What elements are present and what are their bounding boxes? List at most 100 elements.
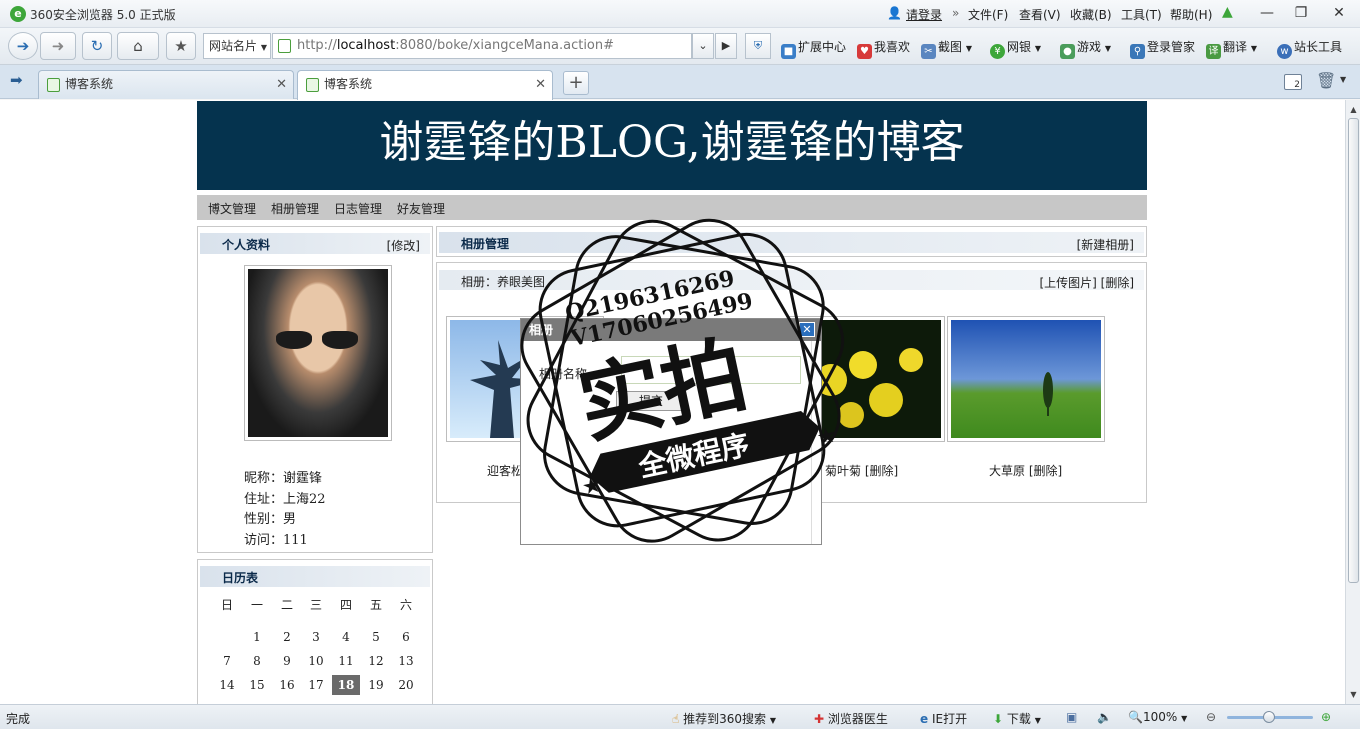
trash-dropdown-icon[interactable]: ▼ [1340,75,1346,84]
tab-count-badge[interactable]: 2 [1284,74,1302,90]
calendar-day[interactable]: 8 [243,651,271,671]
calendar-day[interactable]: 5 [362,627,390,647]
skin-shirt-icon[interactable]: ▲ [1222,4,1233,20]
webmaster-tools-button[interactable]: w 站长工具 [1277,38,1342,59]
ie-open[interactable]: e IE打开 [920,710,967,727]
sound-icon[interactable]: 🔈 [1097,710,1112,724]
browser-doctor[interactable]: ✚ 浏览器医生 [814,710,888,727]
photo-thumb-grassland[interactable] [947,316,1105,442]
double-chevron-icon: » [952,6,960,20]
calendar-day[interactable]: 4 [332,627,360,647]
zoom-out-icon[interactable]: ⊖ [1206,710,1216,724]
profile-gender: 性别：男 [244,512,297,527]
security-shield-button[interactable]: ⛨ [745,33,771,59]
calendar-weekday: 日 [220,598,233,612]
scroll-up-icon[interactable]: ▲ [1346,102,1360,117]
new-tab-button[interactable]: + [563,71,589,95]
home-button[interactable]: ⌂ [117,32,159,60]
tab-blog-2[interactable]: 博客系统 ✕ [297,70,553,100]
calendar-day[interactable]: 6 [392,627,420,647]
site-card-dropdown[interactable]: 网站名片 ▼ [203,33,271,59]
calendar-day[interactable]: 12 [362,651,390,671]
star-icon: ★ [174,37,188,55]
calendar-day[interactable]: 2 [273,627,301,647]
forward-button[interactable]: ➜ [40,32,76,60]
url-history-button[interactable]: ⌄ [692,33,714,59]
new-album-link[interactable]: [新建相册] [1077,236,1134,253]
nav-friends[interactable]: 好友管理 [397,200,445,217]
sidebar-toggle-icon[interactable]: ➡ [10,71,23,89]
calendar-day[interactable]: 1 [243,627,271,647]
calendar-day-today[interactable]: 18 [332,675,360,695]
login-link[interactable]: 请登录 [906,6,942,23]
lone-tree-shape [1043,372,1053,416]
calendar-day[interactable]: 19 [362,675,390,695]
submit-button[interactable]: 提交 [616,391,686,411]
close-window-button[interactable]: ✕ [1324,2,1354,24]
go-button[interactable]: ▶ [715,33,737,59]
photo-caption-chrysanthemum[interactable]: 菊叶菊 [删除] [825,462,898,479]
like-button[interactable]: ♥ 我喜欢 [857,38,910,59]
minimize-button[interactable]: — [1252,2,1282,24]
medical-cross-icon: ✚ [814,712,825,726]
album-header: 相册：养眼美图 [上传图片] [删除] [439,270,1144,290]
nav-logs[interactable]: 日志管理 [334,200,382,217]
extensions-button[interactable]: ■ 扩展中心 [781,38,846,59]
calendar-weekday: 一 [250,598,263,612]
address-bar[interactable]: http://localhost:8080/boke/xiangceMana.a… [272,33,692,59]
calendar-day[interactable]: 14 [213,675,241,695]
scroll-down-icon[interactable]: ▼ [1346,687,1360,702]
nav-albums[interactable]: 相册管理 [271,200,319,217]
window-icon[interactable]: ▣ [1066,710,1077,724]
online-bank-button[interactable]: ¥ 网银 ▼ [990,38,1041,59]
photo-caption-grassland[interactable]: 大草原 [删除] [989,462,1062,479]
download-button[interactable]: ⬇ 下载 ▼ [993,710,1041,727]
calendar-weekday: 四 [339,598,352,612]
page-favicon-icon [47,78,60,92]
login-manager-button[interactable]: ⚲ 登录管家 [1130,38,1195,59]
tab-blog-1[interactable]: 博客系统 ✕ [38,70,294,99]
calendar-day[interactable]: 9 [273,651,301,671]
album-actions[interactable]: [上传图片] [删除] [1039,274,1134,291]
profile-edit-link[interactable]: [修改] [387,237,420,254]
browser-logo-icon: e [10,6,26,22]
page-vertical-scrollbar[interactable]: ▲ ▼ [1345,100,1360,704]
calendar-day[interactable]: 15 [243,675,271,695]
refresh-icon: ↻ [90,37,104,55]
back-button[interactable]: ➔ [8,32,38,60]
shield-icon: ⛨ [753,39,763,52]
tab-close-icon[interactable]: ✕ [535,71,546,98]
zoom-in-icon[interactable]: ⊕ [1321,710,1331,724]
menu-help[interactable]: 帮助(H) [1170,6,1212,23]
calendar-day[interactable]: 16 [273,675,301,695]
calendar-day[interactable]: 17 [302,675,330,695]
games-button[interactable]: ● 游戏 ▼ [1060,38,1111,59]
translate-button[interactable]: 译翻译 ▼ [1206,38,1257,59]
nav-posts[interactable]: 博文管理 [208,200,256,217]
zoom-slider-knob[interactable] [1263,711,1275,723]
calendar-day[interactable]: 10 [302,651,330,671]
favorite-star-button[interactable]: ★ [166,32,196,60]
recommend-360-search[interactable]: ☝ 推荐到360搜索 ▼ [672,710,776,727]
restore-button[interactable]: ❐ [1286,2,1316,24]
dialog-scrollbar[interactable] [811,341,821,544]
calendar-day[interactable]: 11 [332,651,360,671]
menu-file[interactable]: 文件(F) [968,6,1008,23]
scrollbar-thumb[interactable] [1348,118,1359,583]
zoom-level[interactable]: 🔍100% ▼ [1128,710,1187,724]
menu-favorites[interactable]: 收藏(B) [1070,6,1112,23]
menu-view[interactable]: 查看(V) [1019,6,1061,23]
user-icon[interactable]: 👤 [887,6,902,20]
trash-icon[interactable]: 🗑 [1316,71,1336,90]
dialog-close-button[interactable]: ✕ [799,322,815,337]
calendar-day[interactable]: 13 [392,651,420,671]
screenshot-button[interactable]: ✂ 截图 ▼ [921,38,972,59]
album-name-input[interactable] [621,356,801,384]
calendar-day[interactable]: 3 [302,627,330,647]
calendar-day[interactable]: 7 [213,651,241,671]
refresh-button[interactable]: ↻ [82,32,112,60]
menu-tools[interactable]: 工具(T) [1121,6,1162,23]
window-title: 360安全浏览器 5.0 正式版 [30,8,176,22]
calendar-day[interactable]: 20 [392,675,420,695]
tab-close-icon[interactable]: ✕ [276,71,287,98]
